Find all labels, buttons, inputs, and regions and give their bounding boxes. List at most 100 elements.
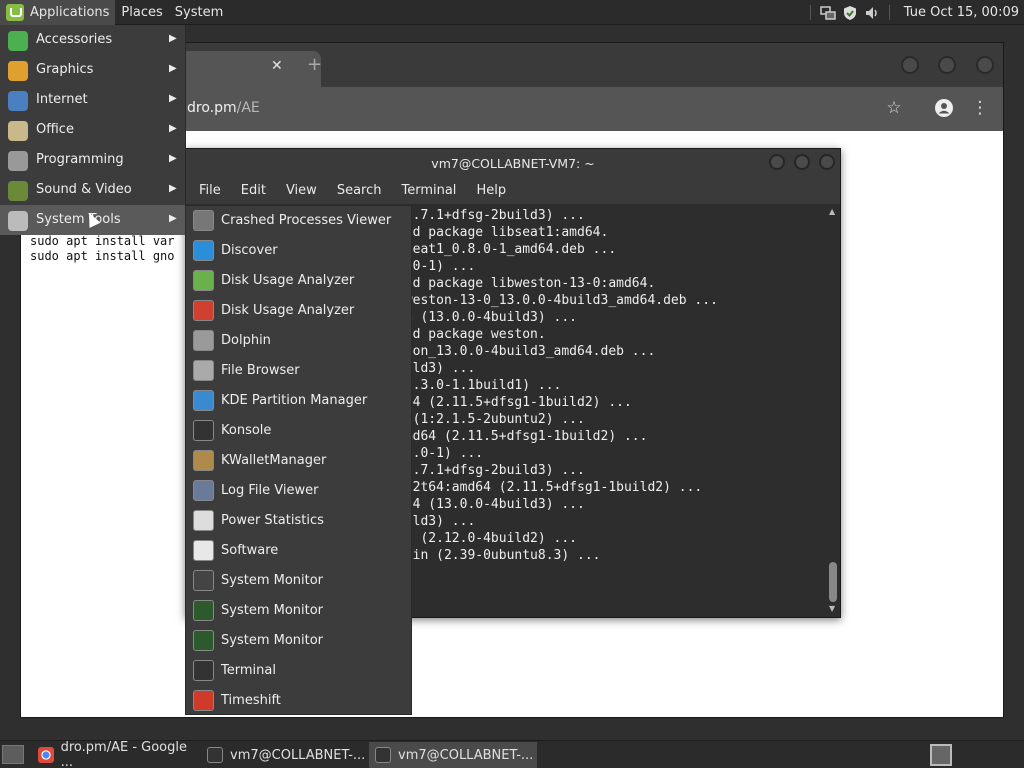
- programming-icon: [8, 151, 28, 171]
- terminal-menu-view[interactable]: View: [276, 183, 327, 198]
- shield-icon[interactable]: [842, 5, 858, 21]
- submenu-item-disk-usage-alt[interactable]: Disk Usage Analyzer: [186, 296, 411, 326]
- tab-close-icon[interactable]: ✕: [271, 58, 283, 74]
- terminal-line: (0.7.1+dfsg-2build3) ...: [397, 463, 585, 478]
- more-menu-icon[interactable]: ⋮: [969, 97, 991, 119]
- terminal-menu-search[interactable]: Search: [327, 183, 392, 198]
- log-viewer-icon: [193, 480, 214, 501]
- show-desktop-button[interactable]: [2, 745, 24, 764]
- menu-category-internet[interactable]: Internet ▶: [0, 85, 186, 115]
- volume-icon[interactable]: [864, 5, 880, 21]
- submenu-item-kwallet[interactable]: KWalletManager: [186, 446, 411, 476]
- internet-icon: [8, 91, 28, 111]
- submenu-item-label: Discover: [221, 243, 278, 258]
- graphics-icon: [8, 61, 28, 81]
- terminal-line: amd64 (2.11.5+dfsg1-1build2) ...: [397, 429, 648, 444]
- page-line: sudo apt install gno: [30, 249, 175, 263]
- submenu-item-system-monitor[interactable]: System Monitor: [186, 566, 411, 596]
- terminal-line: uild3) ...: [397, 514, 476, 529]
- sound-video-icon: [8, 181, 28, 201]
- maximize-button[interactable]: [938, 56, 956, 74]
- terminal-minimize-button[interactable]: [769, 154, 785, 170]
- menu-category-accessories[interactable]: Accessories ▶: [0, 25, 186, 55]
- terminal-line: ted package libweston-13-0:amd64.: [397, 276, 656, 291]
- submenu-item-label: Konsole: [221, 423, 272, 438]
- submenu-item-crash-viewer[interactable]: Crashed Processes Viewer: [186, 206, 411, 236]
- submenu-item-file-browser[interactable]: File Browser: [186, 356, 411, 386]
- system-menu-button[interactable]: System: [169, 0, 229, 25]
- submenu-item-konsole[interactable]: Konsole: [186, 416, 411, 446]
- terminal-menu-help[interactable]: Help: [466, 183, 516, 198]
- terminal-titlebar[interactable]: vm7@COLLABNET-VM7: ~: [186, 149, 840, 177]
- terminal-menu-edit[interactable]: Edit: [231, 183, 276, 198]
- submenu-item-label: File Browser: [221, 363, 300, 378]
- submenu-item-discover[interactable]: Discover: [186, 236, 411, 266]
- terminal-line: d64 (2.11.5+dfsg1-1build2) ...: [397, 395, 632, 410]
- taskbar-button-terminal-2[interactable]: vm7@COLLABNET-...: [369, 742, 537, 768]
- menu-category-label: Programming: [36, 152, 124, 167]
- clock[interactable]: Tue Oct 15, 00:09: [904, 5, 1019, 20]
- terminal-menu-terminal[interactable]: Terminal: [391, 183, 466, 198]
- submenu-item-terminal[interactable]: Terminal: [186, 656, 411, 686]
- taskbar-label: dro.pm/AE - Google ...: [60, 740, 187, 768]
- bookmark-star-icon[interactable]: ☆: [883, 97, 905, 119]
- taskbar-button-terminal-1[interactable]: vm7@COLLABNET-...: [201, 742, 368, 768]
- terminal-scrollbar[interactable]: ▲ ▼: [826, 204, 840, 617]
- terminal-line: db (2.12.0-4build2) ...: [397, 531, 578, 546]
- submenu-item-software[interactable]: Software: [186, 536, 411, 566]
- taskbar-button-browser[interactable]: dro.pm/AE - Google ...: [32, 740, 200, 768]
- submenu-arrow-icon: ▶: [169, 183, 177, 194]
- close-button[interactable]: [976, 56, 994, 74]
- submenu-item-log-viewer[interactable]: Log File Viewer: [186, 476, 411, 506]
- bottom-taskbar: dro.pm/AE - Google ... vm7@COLLABNET-...…: [0, 740, 1024, 768]
- submenu-item-system-monitor-alt2[interactable]: System Monitor: [186, 626, 411, 656]
- disk-usage-icon: [193, 270, 214, 291]
- terminal-line: (0.7.1+dfsg-2build3) ...: [397, 208, 585, 223]
- system-monitor-alt-icon: [193, 600, 214, 621]
- taskbar-label: vm7@COLLABNET-...: [230, 747, 366, 763]
- submenu-arrow-icon: ▶: [169, 93, 177, 104]
- system-monitor-alt2-icon: [193, 630, 214, 651]
- terminal-close-button[interactable]: [819, 154, 835, 170]
- address-bar[interactable]: dro.pm/AE: [187, 100, 260, 116]
- konsole-icon: [193, 420, 214, 441]
- menu-category-graphics[interactable]: Graphics ▶: [0, 55, 186, 85]
- office-icon: [8, 121, 28, 141]
- submenu-item-power-stats[interactable]: Power Statistics: [186, 506, 411, 536]
- submenu-item-partition-manager[interactable]: KDE Partition Manager: [186, 386, 411, 416]
- scroll-down-icon[interactable]: ▼: [829, 604, 835, 613]
- new-tab-icon[interactable]: +: [307, 54, 322, 75]
- minimize-button[interactable]: [901, 56, 919, 74]
- submenu-item-label: Power Statistics: [221, 513, 324, 528]
- menu-category-label: Sound & Video: [36, 182, 132, 197]
- terminal-icon: [207, 747, 223, 763]
- submenu-item-timeshift[interactable]: Timeshift: [186, 686, 411, 716]
- terminal-menu-file[interactable]: File: [189, 183, 231, 198]
- terminal-maximize-button[interactable]: [794, 154, 810, 170]
- scroll-up-icon[interactable]: ▲: [829, 207, 835, 216]
- submenu-item-label: KWalletManager: [221, 453, 327, 468]
- places-menu-button[interactable]: Places: [115, 0, 168, 25]
- terminal-line: .8.0-1) ...: [397, 446, 484, 461]
- chrome-icon: [38, 747, 54, 763]
- kwallet-icon: [193, 450, 214, 471]
- submenu-item-dolphin[interactable]: Dolphin: [186, 326, 411, 356]
- menu-category-label: Accessories: [36, 32, 113, 47]
- workspace-switcher[interactable]: [930, 744, 952, 766]
- network-icon[interactable]: [820, 5, 836, 21]
- submenu-arrow-icon: ▶: [169, 33, 177, 44]
- terminal-line: -bin (2.39-0ubuntu8.3) ...: [397, 548, 601, 563]
- terminal-line: 4 (1:2.1.5-2ubuntu2) ...: [397, 412, 585, 427]
- applications-menu-button[interactable]: Applications: [0, 0, 116, 25]
- menu-category-sound-video[interactable]: Sound & Video ▶: [0, 175, 186, 205]
- submenu-item-label: Crashed Processes Viewer: [221, 213, 392, 228]
- profile-icon[interactable]: [933, 97, 955, 119]
- timeshift-icon: [193, 690, 214, 711]
- scrollbar-thumb[interactable]: [829, 562, 837, 602]
- menu-category-office[interactable]: Office ▶: [0, 115, 186, 145]
- browser-tab[interactable]: [181, 51, 321, 87]
- submenu-item-system-monitor-alt[interactable]: System Monitor: [186, 596, 411, 626]
- terminal-line: 64 (13.0.0-4build3) ...: [397, 310, 578, 325]
- submenu-item-disk-usage[interactable]: Disk Usage Analyzer: [186, 266, 411, 296]
- menu-category-programming[interactable]: Programming ▶: [0, 145, 186, 175]
